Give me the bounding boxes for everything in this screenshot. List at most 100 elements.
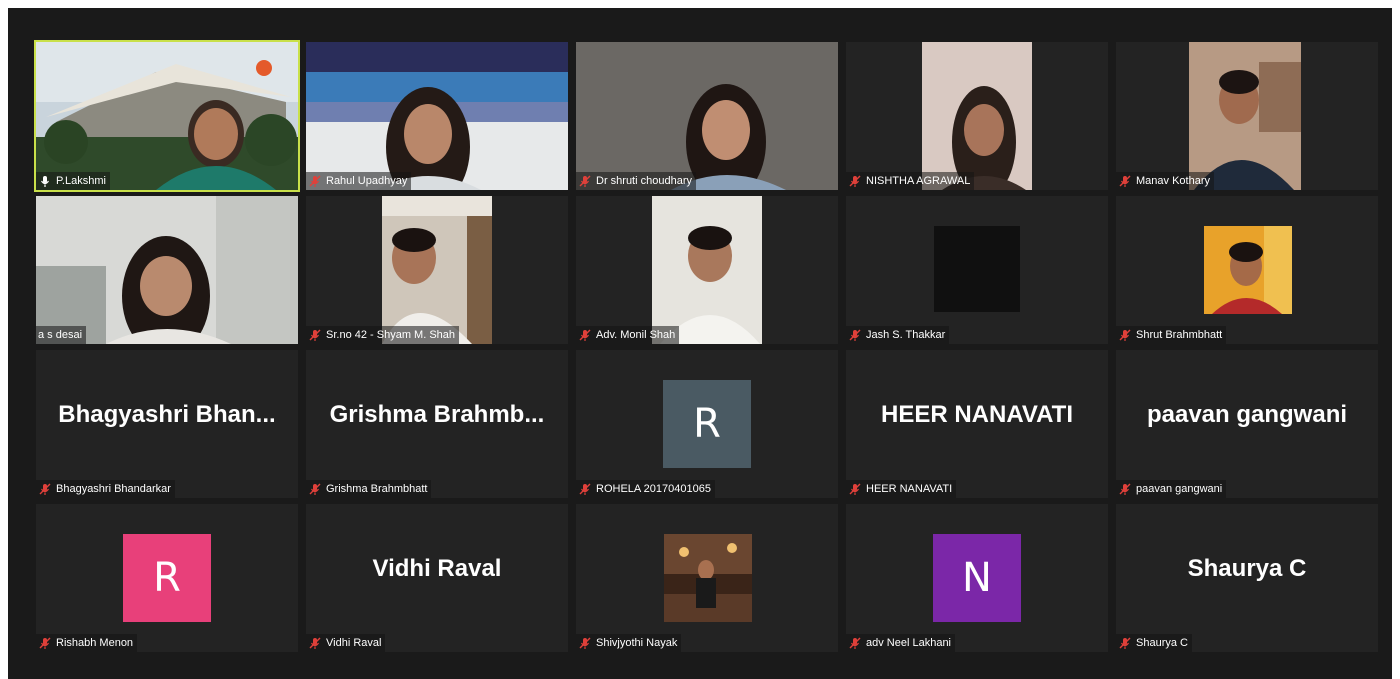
microphone-muted-icon [578,328,592,342]
microphone-muted-icon [848,174,862,188]
participant-tile[interactable]: R ROHELA 20170401065 [576,350,838,498]
participant-name: adv Neel Lakhani [866,637,952,649]
microphone-muted-icon [308,174,322,188]
participant-tile[interactable]: Sr.no 42 - Shyam M. Shah [306,196,568,344]
video-feed [382,196,492,344]
participant-display-name: Bhagyashri Bhan... [58,401,276,428]
microphone-muted-icon [1118,636,1132,650]
participant-name-bar: HEER NANAVATI [846,480,957,498]
participant-name: a s desai [38,329,83,341]
video-feed [922,42,1032,190]
participant-name: Jash S. Thakkar [866,329,946,341]
participant-name-bar: Grishma Brahmbhatt [306,480,432,498]
gallery-view: P.Lakshmi Rahul Upadhyay Dr shruti choud… [8,8,1392,679]
participant-name: paavan gangwani [1136,483,1223,495]
participant-name: NISHTHA AGRAWAL [866,175,971,187]
participant-tile[interactable]: a s desai [36,196,298,344]
participant-tile[interactable]: Adv. Monil Shah [576,196,838,344]
participant-tile[interactable]: Shivjyothi Nayak [576,504,838,652]
participant-name-bar: Manav Kothary [1116,172,1214,190]
participant-tile[interactable]: NISHTHA AGRAWAL [846,42,1108,190]
microphone-muted-icon [308,636,322,650]
participant-name-bar: a s desai [36,326,87,344]
microphone-muted-icon [578,636,592,650]
avatar: R [663,380,751,468]
participant-tile[interactable]: Dr shruti choudhary [576,42,838,190]
participant-name-bar: paavan gangwani [1116,480,1227,498]
participant-tile[interactable]: paavan gangwani paavan gangwani [1116,350,1378,498]
video-feed [36,196,298,344]
participant-name: ROHELA 20170401065 [596,483,711,495]
microphone-muted-icon [38,482,52,496]
participant-tile[interactable]: Jash S. Thakkar [846,196,1108,344]
participant-name: HEER NANAVATI [866,483,953,495]
participant-name: Rishabh Menon [56,637,134,649]
profile-picture [1204,226,1292,314]
participant-name: Shrut Brahmbhatt [1136,329,1223,341]
microphone-muted-icon [578,174,592,188]
participant-name-bar: Shivjyothi Nayak [576,634,682,652]
video-feed [934,226,1020,312]
participant-name-bar: Vidhi Raval [306,634,386,652]
microphone-muted-icon [38,636,52,650]
participant-name-bar: Rahul Upadhyay [306,172,412,190]
participant-name-bar: Dr shruti choudhary [576,172,696,190]
microphone-muted-icon [308,328,322,342]
participant-display-name: paavan gangwani [1146,401,1348,428]
video-feed [306,42,568,190]
microphone-muted-icon [848,636,862,650]
microphone-muted-icon [848,328,862,342]
participant-name: Grishma Brahmbhatt [326,483,428,495]
participant-display-name: Vidhi Raval [372,555,502,582]
participant-name: Bhagyashri Bhandarkar [56,483,171,495]
participant-tile[interactable]: Grishma Brahmb... Grishma Brahmbhatt [306,350,568,498]
avatar: N [933,534,1021,622]
participant-name-bar: Shaurya C [1116,634,1192,652]
microphone-muted-icon [308,482,322,496]
participant-name: Vidhi Raval [326,637,382,649]
microphone-icon [38,174,52,188]
participant-tile[interactable]: Bhagyashri Bhan... Bhagyashri Bhandarkar [36,350,298,498]
participant-name-bar: Bhagyashri Bhandarkar [36,480,175,498]
video-feed [576,42,838,190]
participant-name: Adv. Monil Shah [596,329,676,341]
participant-name: Sr.no 42 - Shyam M. Shah [326,329,456,341]
participant-name: Shivjyothi Nayak [596,637,678,649]
microphone-muted-icon [848,482,862,496]
participant-name-bar: P.Lakshmi [36,172,110,190]
video-feed [1189,42,1301,190]
microphone-muted-icon [578,482,592,496]
participant-name: P.Lakshmi [56,175,106,187]
microphone-muted-icon [1118,174,1132,188]
participant-name-bar: Rishabh Menon [36,634,138,652]
participant-tile[interactable]: Shrut Brahmbhatt [1116,196,1378,344]
participant-tile[interactable]: P.Lakshmi [34,40,300,192]
meeting-window: P.Lakshmi Rahul Upadhyay Dr shruti choud… [8,8,1392,679]
participant-tile[interactable]: N adv Neel Lakhani [846,504,1108,652]
participant-name-bar: Jash S. Thakkar [846,326,950,344]
participant-name: Dr shruti choudhary [596,175,692,187]
avatar: R [123,534,211,622]
participant-tile[interactable]: Vidhi Raval Vidhi Raval [306,504,568,652]
participant-name-bar: adv Neel Lakhani [846,634,956,652]
participant-display-name: HEER NANAVATI [881,401,1073,428]
participant-name-bar: Shrut Brahmbhatt [1116,326,1227,344]
participant-name-bar: Sr.no 42 - Shyam M. Shah [306,326,460,344]
participant-name: Manav Kothary [1136,175,1210,187]
participant-name-bar: NISHTHA AGRAWAL [846,172,975,190]
participant-name: Rahul Upadhyay [326,175,408,187]
participant-tile[interactable]: Shaurya C Shaurya C [1116,504,1378,652]
microphone-muted-icon [1118,482,1132,496]
participant-tile[interactable]: R Rishabh Menon [36,504,298,652]
participant-display-name: Grishma Brahmb... [329,401,545,428]
participant-tile[interactable]: Rahul Upadhyay [306,42,568,190]
participant-display-name: Shaurya C [1187,555,1307,582]
profile-picture [664,534,752,622]
participant-tile[interactable]: HEER NANAVATI HEER NANAVATI [846,350,1108,498]
video-feed [652,196,762,344]
participant-name-bar: Adv. Monil Shah [576,326,680,344]
video-feed [36,42,298,190]
participant-name-bar: ROHELA 20170401065 [576,480,715,498]
participant-tile[interactable]: Manav Kothary [1116,42,1378,190]
participant-name: Shaurya C [1136,637,1188,649]
